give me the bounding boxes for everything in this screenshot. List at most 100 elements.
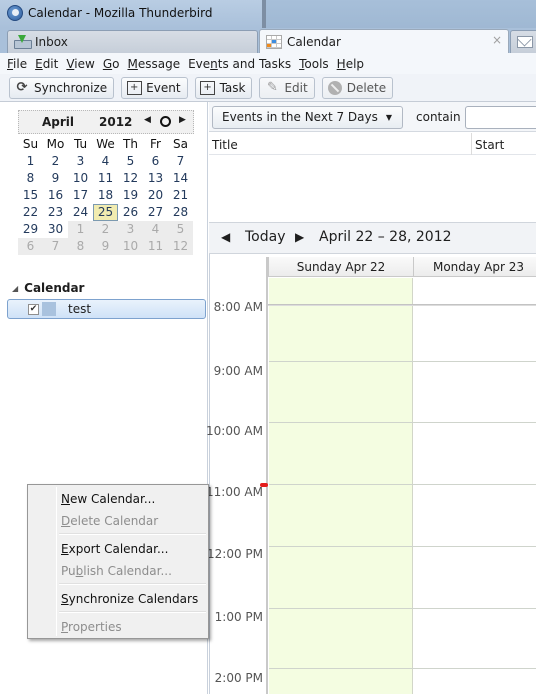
mini-month-day[interactable]: 9	[93, 238, 118, 255]
mini-month-day[interactable]: 13	[143, 170, 168, 187]
delete-button[interactable]: Delete	[321, 76, 394, 99]
mini-month-day[interactable]: 4	[93, 153, 118, 170]
menu-help[interactable]: Help	[337, 57, 364, 71]
new-task-button[interactable]: + Task	[194, 76, 253, 99]
mini-month-day[interactable]: 28	[168, 204, 193, 221]
mini-month-day[interactable]: 20	[143, 187, 168, 204]
synchronize-icon: ⟳	[16, 80, 28, 95]
mini-month-day[interactable]: 30	[43, 221, 68, 238]
menu-file[interactable]: File	[7, 57, 27, 71]
hour-gridline	[269, 668, 536, 669]
month-selector[interactable]: April	[42, 115, 74, 129]
menu-go[interactable]: Go	[103, 57, 120, 71]
event-filter-dropdown[interactable]: Events in the Next 7 Days ▼	[212, 106, 403, 129]
mini-month-day[interactable]: 11	[143, 238, 168, 255]
mini-month-day[interactable]: 11	[93, 170, 118, 187]
mini-month-day[interactable]: 29	[18, 221, 43, 238]
year-selector[interactable]: 2012	[99, 115, 132, 129]
mini-month-day[interactable]: 18	[93, 187, 118, 204]
tab-strip: Inbox Calendar ×	[0, 28, 536, 53]
menu-item-publish-calendar[interactable]: Publish Calendar...	[61, 564, 172, 578]
mini-month-day[interactable]: 19	[118, 187, 143, 204]
date-range-label: April 22 – 28, 2012	[319, 229, 452, 245]
edit-button[interactable]: ✎ Edit	[259, 76, 315, 99]
calendar-list-item[interactable]: ✔ test	[7, 299, 206, 319]
event-search-input[interactable]	[465, 106, 536, 129]
day-header-monday[interactable]: Monday Apr 23	[413, 257, 536, 277]
calendar-main: Events in the Next 7 Days ▼ contain Titl…	[206, 102, 536, 694]
today-button[interactable]: Today	[245, 229, 286, 245]
calendar-visible-checkbox[interactable]: ✔	[28, 303, 39, 315]
day-column-monday[interactable]	[414, 278, 536, 694]
column-start[interactable]: Start	[471, 133, 504, 155]
mini-month-day[interactable]: 26	[118, 204, 143, 221]
mini-month-day[interactable]: 15	[18, 187, 43, 204]
mini-month-day[interactable]: 8	[18, 170, 43, 187]
menu-item-export-calendar[interactable]: Export Calendar...	[61, 542, 168, 556]
previous-week-icon[interactable]: ◀	[221, 230, 230, 244]
mini-month-day[interactable]: 7	[168, 153, 193, 170]
mini-month-day[interactable]: 5	[168, 221, 193, 238]
calendar-context-menu: New Calendar... Delete Calendar Export Cal…	[27, 484, 209, 639]
menu-edit[interactable]: Edit	[35, 57, 58, 71]
mini-month-day[interactable]: 21	[168, 187, 193, 204]
day-column-sunday[interactable]	[269, 278, 413, 694]
previous-month-icon[interactable]: ◀	[144, 115, 151, 125]
mini-month-day[interactable]: 2	[43, 153, 68, 170]
mini-month-day[interactable]: 16	[43, 187, 68, 204]
mini-month-day[interactable]: 9	[43, 170, 68, 187]
column-title[interactable]: Title	[212, 138, 238, 152]
mini-month-day[interactable]: 17	[68, 187, 93, 204]
tab-mail[interactable]	[510, 30, 536, 53]
day-header-sunday[interactable]: Sunday Apr 22	[268, 257, 413, 277]
next-month-icon[interactable]: ▶	[179, 115, 186, 125]
mini-month-day[interactable]: 24	[68, 204, 93, 221]
mini-month-day[interactable]: 4	[143, 221, 168, 238]
hour-label: 9:00 AM	[213, 364, 263, 378]
synchronize-button[interactable]: ⟳ Synchronize	[9, 76, 115, 99]
hour-label: 12:00 PM	[207, 547, 263, 561]
menu-view[interactable]: View	[66, 57, 94, 71]
mini-month-day[interactable]: 10	[68, 170, 93, 187]
close-tab-icon[interactable]: ×	[492, 33, 502, 47]
menu-tools[interactable]: Tools	[299, 57, 329, 71]
hour-label: 10:00 AM	[206, 424, 263, 438]
mail-envelope-icon	[517, 36, 533, 48]
go-today-icon[interactable]	[160, 116, 171, 127]
menu-item-properties[interactable]: Properties	[61, 620, 122, 634]
menu-item-synchronize-calendars[interactable]: Synchronize Calendars	[61, 592, 198, 606]
hour-label: 2:00 PM	[214, 671, 263, 685]
calendar-name: test	[68, 302, 92, 316]
mini-month-day[interactable]: 2	[93, 221, 118, 238]
mini-month-day[interactable]: 10	[118, 238, 143, 255]
mini-month-day[interactable]: 27	[143, 204, 168, 221]
mini-month-day[interactable]: 6	[18, 238, 43, 255]
mini-month-day[interactable]: 22	[18, 204, 43, 221]
menu-item-delete-calendar[interactable]: Delete Calendar	[61, 514, 158, 528]
new-event-icon: +	[126, 80, 142, 95]
window-title: Calendar - Mozilla Thunderbird	[28, 6, 213, 20]
mini-month-day[interactable]: 5	[118, 153, 143, 170]
mini-month-day[interactable]: 6	[143, 153, 168, 170]
mini-month-day[interactable]: 1	[18, 153, 43, 170]
next-week-icon[interactable]: ▶	[295, 230, 304, 244]
mini-month-day[interactable]: 1	[68, 221, 93, 238]
tab-calendar[interactable]: Calendar ×	[259, 29, 509, 53]
mini-month-day[interactable]: 12	[118, 170, 143, 187]
mini-month-day[interactable]: 23	[43, 204, 68, 221]
mini-month-day[interactable]: 7	[43, 238, 68, 255]
menu-message[interactable]: Message	[127, 57, 180, 71]
menu-bar: File Edit View Go Message Events and Tasks Too…	[0, 53, 536, 74]
twisty-expanded-icon[interactable]: ◢	[12, 284, 18, 293]
mini-month-day[interactable]: 8	[68, 238, 93, 255]
tab-inbox[interactable]: Inbox	[7, 30, 258, 53]
mini-month-day[interactable]: 3	[68, 153, 93, 170]
hour-label: 1:00 PM	[214, 610, 263, 624]
menu-events-and-tasks[interactable]: Events and Tasks	[188, 57, 291, 71]
mini-month-day-today[interactable]: 25	[93, 204, 118, 221]
menu-item-new-calendar[interactable]: New Calendar...	[61, 492, 155, 506]
mini-month-day[interactable]: 12	[168, 238, 193, 255]
new-event-button[interactable]: + Event	[121, 76, 188, 99]
mini-month-day[interactable]: 14	[168, 170, 193, 187]
mini-month-day[interactable]: 3	[118, 221, 143, 238]
